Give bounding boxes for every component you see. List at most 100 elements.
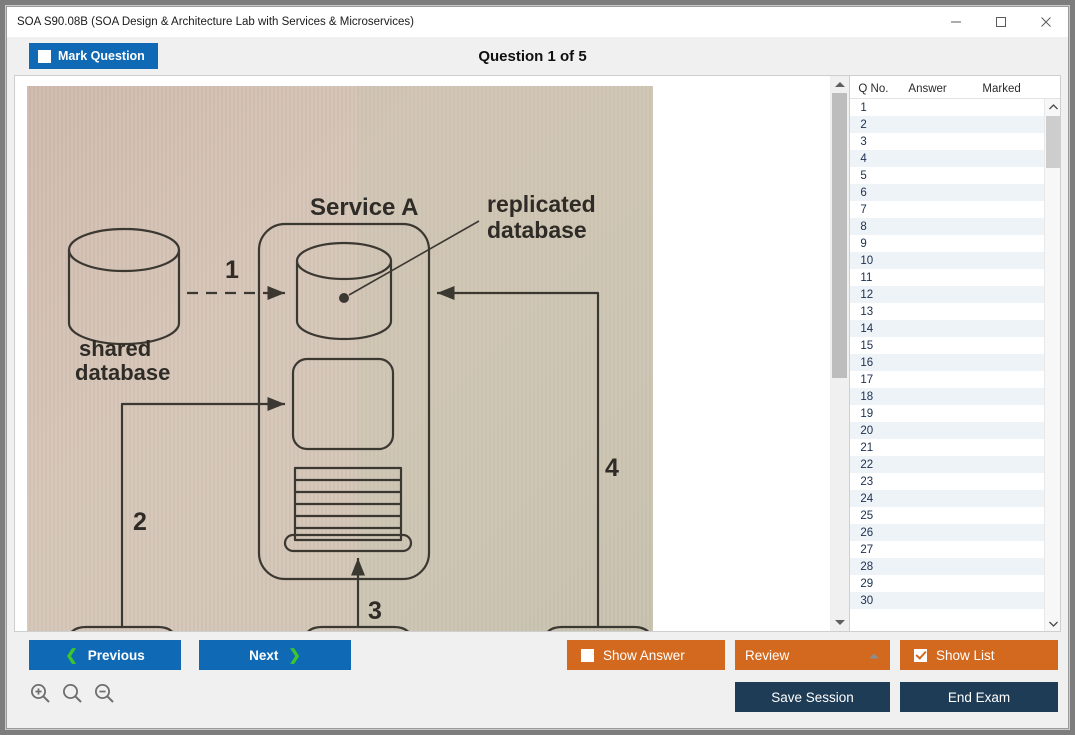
cell-question-number: 10	[850, 255, 908, 267]
table-row[interactable]: 16	[850, 354, 1044, 371]
application-window: SOA S90.08B (SOA Design & Architecture L…	[6, 6, 1069, 729]
list-scroll-down-icon[interactable]	[1045, 616, 1061, 631]
table-row[interactable]: 26	[850, 524, 1044, 541]
end-exam-label: End Exam	[948, 690, 1010, 705]
table-row[interactable]: 13	[850, 303, 1044, 320]
cell-question-number: 1	[850, 102, 908, 114]
cell-question-number: 26	[850, 527, 908, 539]
save-session-button[interactable]: Save Session	[735, 682, 890, 712]
minimize-icon[interactable]	[933, 7, 978, 37]
cell-question-number: 22	[850, 459, 908, 471]
table-row[interactable]: 12	[850, 286, 1044, 303]
table-row[interactable]: 3	[850, 133, 1044, 150]
table-row[interactable]: 17	[850, 371, 1044, 388]
table-row[interactable]: 6	[850, 184, 1044, 201]
close-icon[interactable]	[1023, 7, 1068, 37]
diagram-label-step-3: 3	[368, 597, 382, 625]
previous-button[interactable]: ❮ Previous	[29, 640, 181, 670]
zoom-in-icon[interactable]	[29, 682, 51, 709]
table-row[interactable]: 24	[850, 490, 1044, 507]
scrollbar-thumb[interactable]	[832, 93, 847, 378]
cell-question-number: 12	[850, 289, 908, 301]
table-row[interactable]: 14	[850, 320, 1044, 337]
chevron-right-icon: ❯	[288, 648, 301, 663]
table-row[interactable]: 27	[850, 541, 1044, 558]
review-dropdown[interactable]: Review	[735, 640, 890, 670]
table-row[interactable]: 30	[850, 592, 1044, 609]
cell-question-number: 4	[850, 153, 908, 165]
table-row[interactable]: 25	[850, 507, 1044, 524]
mark-question-button[interactable]: Mark Question	[29, 43, 158, 69]
cell-question-number: 17	[850, 374, 908, 386]
zoom-out-icon[interactable]	[93, 682, 115, 709]
diagram-label-shared-2: database	[75, 360, 170, 385]
maximize-icon[interactable]	[978, 7, 1023, 37]
question-list-panel: Q No. Answer Marked 12345678910111213141…	[849, 75, 1061, 632]
show-answer-checkbox-icon[interactable]	[581, 649, 594, 662]
show-list-button[interactable]: Show List	[900, 640, 1058, 670]
cell-question-number: 29	[850, 578, 908, 590]
cell-question-number: 9	[850, 238, 908, 250]
cell-question-number: 5	[850, 170, 908, 182]
show-list-checkbox-icon[interactable]	[914, 649, 927, 662]
cell-question-number: 24	[850, 493, 908, 505]
table-row[interactable]: 2	[850, 116, 1044, 133]
cell-question-number: 21	[850, 442, 908, 454]
table-row[interactable]: 7	[850, 201, 1044, 218]
column-header-answer: Answer	[908, 83, 982, 95]
zoom-controls	[29, 682, 115, 709]
table-row[interactable]: 22	[850, 456, 1044, 473]
cell-question-number: 7	[850, 204, 908, 216]
table-row[interactable]: 9	[850, 235, 1044, 252]
cell-question-number: 15	[850, 340, 908, 352]
table-row[interactable]: 15	[850, 337, 1044, 354]
table-row[interactable]: 19	[850, 405, 1044, 422]
image-panel-scrollbar[interactable]	[830, 75, 849, 632]
table-row[interactable]: 5	[850, 167, 1044, 184]
show-answer-button[interactable]: Show Answer	[567, 640, 725, 670]
review-dropdown-label: Review	[745, 648, 868, 663]
table-row[interactable]: 11	[850, 269, 1044, 286]
cell-question-number: 13	[850, 306, 908, 318]
end-exam-button[interactable]: End Exam	[900, 682, 1058, 712]
page-title: Question 1 of 5	[7, 48, 1068, 65]
diagram-label-replicated-1: replicated	[487, 191, 596, 217]
scroll-up-icon[interactable]	[830, 76, 849, 93]
zoom-reset-icon[interactable]	[61, 682, 83, 709]
cell-question-number: 25	[850, 510, 908, 522]
question-list-header: Q No. Answer Marked	[850, 76, 1060, 98]
mark-question-label: Mark Question	[58, 49, 145, 63]
question-list-scrollbar[interactable]	[1044, 99, 1060, 631]
chevron-up-icon[interactable]	[868, 648, 880, 663]
table-row[interactable]: 28	[850, 558, 1044, 575]
table-row[interactable]: 4	[850, 150, 1044, 167]
next-button[interactable]: Next ❯	[199, 640, 351, 670]
previous-label: Previous	[88, 648, 145, 663]
scroll-down-icon[interactable]	[830, 614, 849, 631]
list-scroll-up-icon[interactable]	[1045, 99, 1061, 114]
cell-question-number: 11	[850, 272, 908, 284]
table-row[interactable]: 10	[850, 252, 1044, 269]
table-row[interactable]: 29	[850, 575, 1044, 592]
column-header-q-no: Q No.	[850, 83, 908, 95]
table-row[interactable]: 23	[850, 473, 1044, 490]
mark-question-checkbox-icon[interactable]	[38, 50, 51, 63]
table-row[interactable]: 21	[850, 439, 1044, 456]
table-row[interactable]: 20	[850, 422, 1044, 439]
list-scrollbar-thumb[interactable]	[1046, 116, 1060, 168]
chevron-left-icon: ❮	[65, 648, 78, 663]
cell-question-number: 30	[850, 595, 908, 607]
question-counter: Question 1 of 5	[478, 48, 586, 65]
table-row[interactable]: 1	[850, 99, 1044, 116]
header-bar: Mark Question Question 1 of 5	[7, 37, 1068, 75]
soa-diagram: Service A replicated database shared dat…	[27, 86, 653, 632]
table-row[interactable]: 18	[850, 388, 1044, 405]
footer-toolbar: ❮ Previous Next ❯	[7, 632, 1068, 728]
show-list-label: Show List	[936, 648, 995, 663]
cell-question-number: 14	[850, 323, 908, 335]
table-row[interactable]: 8	[850, 218, 1044, 235]
diagram-label-step-4: 4	[605, 454, 619, 482]
title-bar: SOA S90.08B (SOA Design & Architecture L…	[7, 7, 1068, 37]
question-list-rows[interactable]: 1234567891011121314151617181920212223242…	[850, 99, 1044, 631]
cell-question-number: 20	[850, 425, 908, 437]
